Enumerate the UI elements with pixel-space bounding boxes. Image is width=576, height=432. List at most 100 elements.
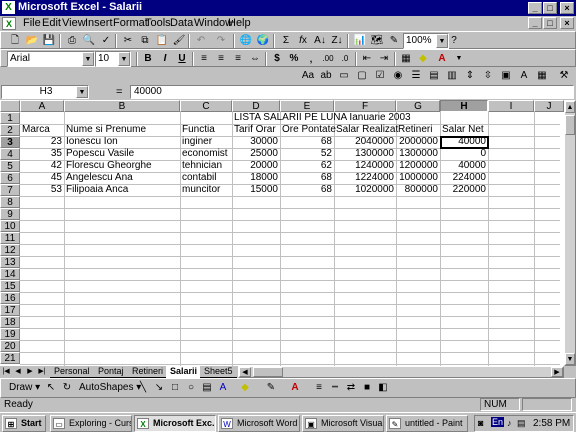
menu-file[interactable]: File bbox=[23, 17, 41, 29]
run-dialog-icon[interactable]: ⚒ bbox=[556, 68, 572, 84]
volume-icon[interactable]: ♪ bbox=[507, 418, 512, 428]
draw-fill-color-icon[interactable]: ◆ bbox=[237, 380, 253, 396]
arrow-icon[interactable]: ↘ bbox=[151, 380, 167, 396]
rectangle-icon[interactable]: □ bbox=[167, 380, 183, 396]
data-cell[interactable]: 42 bbox=[20, 160, 64, 172]
data-cell[interactable]: 1000000 bbox=[396, 172, 440, 184]
underline-icon[interactable]: U bbox=[174, 51, 190, 67]
increase-decimal-icon[interactable]: .00 bbox=[320, 51, 336, 67]
data-cell[interactable]: 2040000 bbox=[334, 136, 396, 148]
data-cell[interactable]: 45 bbox=[20, 172, 64, 184]
data-cell[interactable]: 220000 bbox=[440, 184, 488, 196]
borders-icon[interactable]: ▦ bbox=[398, 51, 414, 67]
next-sheet-icon[interactable]: ▶ bbox=[24, 366, 36, 378]
data-cell[interactable]: 0 bbox=[440, 148, 488, 160]
data-cell[interactable]: economist bbox=[180, 148, 232, 160]
wordart-icon[interactable]: A bbox=[215, 380, 231, 396]
header-cell[interactable]: Retineri bbox=[396, 124, 434, 136]
chevron-down-icon[interactable]: ▼ bbox=[76, 86, 88, 98]
row-header[interactable]: 4 bbox=[0, 148, 20, 160]
close-button[interactable]: × bbox=[560, 2, 574, 14]
column-header[interactable]: G bbox=[396, 100, 440, 112]
data-cell[interactable]: contabil bbox=[180, 172, 232, 184]
task-paint[interactable]: ✎ untitled - Paint bbox=[386, 415, 468, 432]
data-cell[interactable]: Popescu Vasile bbox=[64, 148, 180, 160]
prev-sheet-icon[interactable]: ◀ bbox=[12, 366, 24, 378]
row-header[interactable]: 2 bbox=[0, 124, 20, 136]
arrow-style-icon[interactable]: ⇄ bbox=[343, 380, 359, 396]
text-box-icon[interactable]: ▤ bbox=[199, 380, 215, 396]
data-cell[interactable]: 35 bbox=[20, 148, 64, 160]
tab-personal[interactable]: Personal bbox=[50, 366, 94, 378]
autoshapes-menu[interactable]: AutoShapes ▾ bbox=[79, 382, 141, 393]
column-header[interactable]: F bbox=[334, 100, 396, 112]
task-exploring[interactable]: ▭ Exploring - CursL... bbox=[50, 415, 132, 432]
column-header[interactable]: J bbox=[534, 100, 564, 112]
bold-icon[interactable]: B bbox=[140, 51, 156, 67]
line-icon[interactable]: ╲ bbox=[135, 380, 151, 396]
label-icon[interactable]: Aa bbox=[300, 68, 316, 84]
data-cell[interactable]: 52 bbox=[280, 148, 334, 160]
format-painter-icon[interactable]: 🖌 bbox=[171, 33, 187, 49]
autosum-icon[interactable]: Σ bbox=[278, 33, 294, 49]
align-left-icon[interactable]: ≡ bbox=[196, 51, 212, 67]
task-word[interactable]: W Microsoft Word -... bbox=[218, 415, 300, 432]
data-cell[interactable]: 68 bbox=[280, 172, 334, 184]
toggle-grid-icon[interactable]: ▦ bbox=[534, 68, 550, 84]
undo-icon[interactable]: ↶ bbox=[193, 33, 209, 49]
draw-menu[interactable]: Draw ▾ bbox=[9, 382, 40, 393]
task-excel[interactable]: X Microsoft Exc... bbox=[134, 415, 216, 432]
font-size-select[interactable]: 10 ▼ bbox=[95, 51, 131, 67]
row-header[interactable]: 20 bbox=[0, 340, 20, 352]
language-indicator[interactable]: En bbox=[491, 417, 505, 427]
menu-tools[interactable]: Tools bbox=[145, 17, 171, 29]
edit-code-icon[interactable]: A bbox=[516, 68, 532, 84]
data-cell[interactable]: 1200000 bbox=[396, 160, 440, 172]
workbook-icon[interactable]: X bbox=[2, 17, 16, 30]
data-cell[interactable]: 2000000 bbox=[396, 136, 440, 148]
comma-style-icon[interactable]: , bbox=[303, 51, 319, 67]
office-assistant-icon[interactable]: ? bbox=[446, 33, 462, 49]
column-header-active[interactable]: H bbox=[440, 100, 488, 112]
tab-sheet5[interactable]: Sheet5 bbox=[200, 366, 237, 378]
data-cell[interactable]: 62 bbox=[280, 160, 334, 172]
print-icon[interactable]: ⎙ bbox=[64, 33, 80, 49]
row-header[interactable]: 17 bbox=[0, 304, 20, 316]
data-cell[interactable]: inginer bbox=[180, 136, 232, 148]
button-icon[interactable]: ▢ bbox=[354, 68, 370, 84]
scroll-left-icon[interactable]: ◀ bbox=[239, 367, 251, 377]
menu-help[interactable]: Help bbox=[228, 17, 251, 29]
maximize-button[interactable]: □ bbox=[543, 2, 557, 14]
hscroll-thumb[interactable] bbox=[253, 367, 283, 377]
column-header[interactable]: C bbox=[180, 100, 232, 112]
data-cell[interactable]: 20000 bbox=[232, 160, 280, 172]
menu-format[interactable]: Format bbox=[113, 17, 148, 29]
task-visual-basic[interactable]: ▣ Microsoft Visual ... bbox=[302, 415, 384, 432]
merge-center-icon[interactable]: ⇔ bbox=[247, 51, 263, 67]
menu-data[interactable]: Data bbox=[170, 17, 193, 29]
data-cell[interactable]: 15000 bbox=[232, 184, 280, 196]
network-icon[interactable]: ▤ bbox=[517, 418, 526, 429]
doc-restore-button[interactable]: □ bbox=[543, 17, 557, 29]
drawing-icon[interactable]: ✎ bbox=[386, 33, 402, 49]
cut-icon[interactable]: ✂ bbox=[120, 33, 136, 49]
combo-list-edit-icon[interactable]: ▥ bbox=[444, 68, 460, 84]
paste-icon[interactable]: 📋 bbox=[154, 33, 170, 49]
chart-wizard-icon[interactable]: 📊 bbox=[352, 33, 368, 49]
decrease-decimal-icon[interactable]: .0 bbox=[337, 51, 353, 67]
row-header[interactable]: 6 bbox=[0, 172, 20, 184]
oval-icon[interactable]: ○ bbox=[183, 380, 199, 396]
tray-app-icon[interactable]: ◙ bbox=[478, 418, 483, 428]
horizontal-scrollbar[interactable]: ◀ ▶ bbox=[238, 366, 564, 378]
header-cell[interactable]: Salar Realizat bbox=[334, 124, 400, 136]
group-box-icon[interactable]: ▭ bbox=[336, 68, 352, 84]
draw-font-color-icon[interactable]: A bbox=[287, 380, 303, 396]
header-cell[interactable]: Tarif Orar bbox=[232, 124, 278, 136]
hyperlink-icon[interactable]: 🌐 bbox=[238, 33, 254, 49]
data-cell[interactable]: 68 bbox=[280, 184, 334, 196]
header-cell[interactable]: Marca bbox=[20, 124, 52, 136]
print-preview-icon[interactable]: 🔍 bbox=[81, 33, 97, 49]
font-select[interactable]: Arial ▼ bbox=[7, 51, 95, 67]
copy-icon[interactable]: ⧉ bbox=[137, 33, 153, 49]
select-all-corner[interactable] bbox=[0, 100, 20, 112]
